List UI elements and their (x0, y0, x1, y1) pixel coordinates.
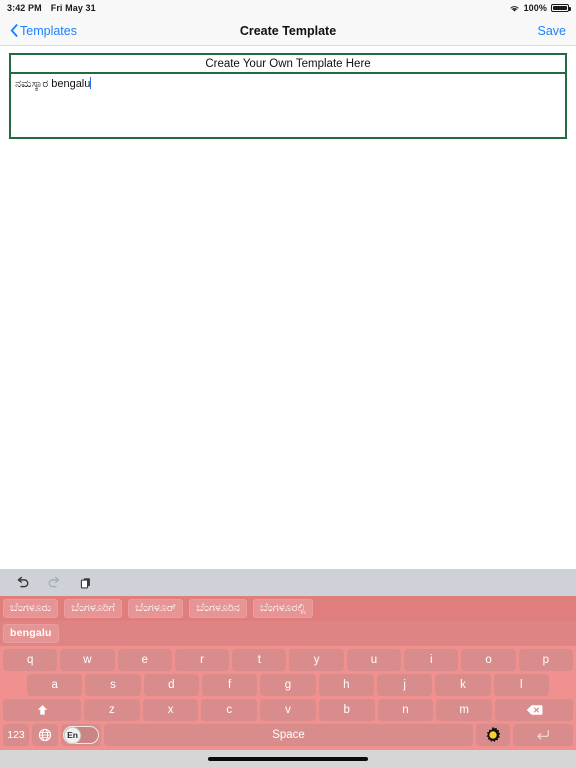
battery-icon (551, 4, 571, 12)
template-header-label: Create Your Own Template Here (11, 55, 565, 74)
language-toggle-label: En (64, 726, 81, 744)
status-bar: 3:42 PM Fri May 31 100% (0, 0, 576, 16)
home-indicator-area (0, 750, 576, 768)
wifi-icon (509, 4, 520, 13)
keyboard-keys: q w e r t y u i o p a s d f g h j k l z … (0, 646, 576, 750)
key-d[interactable]: d (143, 674, 199, 696)
template-text-input[interactable]: ನಮಸ್ಕಾರ bengalu (11, 74, 565, 137)
suggestion-chip[interactable]: ಬೆಂಗಳೂರಲ್ಲಿ (252, 599, 313, 618)
key-m[interactable]: m (436, 699, 493, 721)
shift-key[interactable] (3, 699, 81, 721)
key-q[interactable]: q (3, 649, 58, 671)
backspace-key[interactable] (495, 699, 574, 721)
key-f[interactable]: f (201, 674, 258, 696)
home-indicator[interactable] (208, 757, 368, 761)
navigation-bar: Templates Create Template Save (0, 16, 576, 46)
suggestion-chip[interactable]: ಬೆಂಗಳೂರ್ (128, 599, 184, 618)
redo-icon[interactable] (46, 575, 62, 591)
page-title: Create Template (239, 23, 337, 38)
keyboard-toolbar (0, 569, 576, 596)
key-n[interactable]: n (377, 699, 434, 721)
key-j[interactable]: j (376, 674, 433, 696)
key-i[interactable]: i (404, 649, 459, 671)
key-t[interactable]: t (232, 649, 287, 671)
suggestion-bar-primary: ಬೆಂಗಳೂರು ಬೆಂಗಳೂರಿಗೆ ಬೆಂಗಳೂರ್ ಬೆಂಗಳೂರಿನ ಬ… (0, 596, 576, 621)
keyboard-row-2: a s d f g h j k l (1, 674, 575, 699)
space-key[interactable]: Space (104, 724, 473, 746)
key-e[interactable]: e (117, 649, 172, 671)
return-icon (536, 729, 550, 741)
suggestion-chip[interactable]: ಬೆಂಗಳೂರಿಗೆ (64, 599, 123, 618)
status-date: Fri May 31 (50, 3, 96, 13)
chevron-left-icon (10, 24, 18, 37)
suggestion-chip[interactable]: ಬೆಂಗಳೂರಿನ (189, 599, 247, 618)
key-w[interactable]: w (60, 649, 115, 671)
status-time: 3:42 PM (7, 3, 42, 13)
key-s[interactable]: s (85, 674, 141, 696)
backspace-icon (526, 704, 543, 716)
template-editor-box: Create Your Own Template Here ನಮಸ್ಕಾರ be… (9, 53, 567, 139)
key-z[interactable]: z (84, 699, 140, 721)
keyboard-row-4: 123 En Space (1, 724, 575, 748)
key-h[interactable]: h (318, 674, 374, 696)
battery-percent: 100% (523, 3, 547, 13)
back-to-templates-button[interactable]: Templates (10, 24, 77, 38)
key-o[interactable]: o (461, 649, 516, 671)
back-button-label: Templates (20, 23, 77, 38)
language-switch: En (63, 726, 99, 744)
key-l[interactable]: l (493, 674, 549, 696)
key-r[interactable]: r (174, 649, 230, 671)
suggestion-chip[interactable]: ಬೆಂಗಳೂರು (3, 599, 59, 618)
suggestion-bar-secondary: bengalu (0, 621, 576, 646)
key-y[interactable]: y (289, 649, 344, 671)
key-k[interactable]: k (435, 674, 491, 696)
keyboard: ಬೆಂಗಳೂರು ಬೆಂಗಳೂರಿಗೆ ಬೆಂಗಳೂರ್ ಬೆಂಗಳೂರಿನ ಬ… (0, 569, 576, 768)
globe-icon (38, 728, 52, 742)
undo-icon[interactable] (14, 575, 30, 591)
globe-key[interactable] (32, 724, 58, 746)
key-u[interactable]: u (346, 649, 402, 671)
return-key[interactable] (513, 724, 573, 746)
gear-icon (484, 726, 502, 744)
keyboard-row-1: q w e r t y u i o p (1, 649, 575, 674)
text-caret (90, 77, 92, 89)
key-g[interactable]: g (260, 674, 316, 696)
suggestion-chip[interactable]: bengalu (3, 624, 59, 643)
key-c[interactable]: c (201, 699, 258, 721)
keyboard-row-3: z x c v b n m (1, 699, 575, 724)
settings-key[interactable] (476, 724, 510, 746)
app-root: 3:42 PM Fri May 31 100% Templates Create… (0, 0, 576, 768)
key-x[interactable]: x (142, 699, 199, 721)
key-v[interactable]: v (260, 699, 316, 721)
numbers-key[interactable]: 123 (3, 724, 29, 746)
language-toggle-key[interactable]: En (61, 724, 101, 746)
key-b[interactable]: b (318, 699, 375, 721)
shift-icon (37, 704, 48, 716)
template-text-value: ನಮಸ್ಕಾರ bengalu (15, 78, 91, 90)
status-right-group: 100% (509, 3, 571, 13)
copy-icon[interactable] (78, 575, 94, 591)
key-a[interactable]: a (27, 674, 83, 696)
content-area: Create Your Own Template Here ನಮಸ್ಕಾರ be… (0, 53, 576, 576)
save-button[interactable]: Save (538, 24, 567, 38)
key-p[interactable]: p (518, 649, 573, 671)
